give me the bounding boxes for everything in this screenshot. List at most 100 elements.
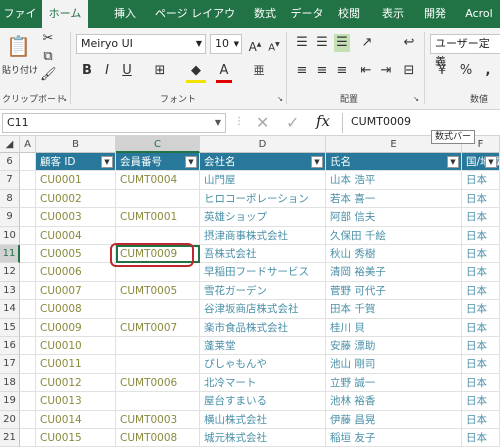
member-number-cell[interactable]: CUMT0001 <box>116 208 200 227</box>
column-filter-header[interactable]: 会社名 ▼ <box>200 153 326 172</box>
contact-name-cell[interactable]: 立野 誠一 <box>326 373 462 393</box>
country-cell[interactable]: 日本 <box>462 429 500 447</box>
company-name-cell[interactable]: 雪花ガーデン <box>200 281 326 301</box>
contact-name-cell[interactable]: 池山 剛司 <box>326 355 462 374</box>
member-number-cell[interactable] <box>116 337 200 356</box>
orientation-icon[interactable]: ↗ <box>358 34 376 52</box>
clipboard-launcher-icon[interactable]: ↘ <box>60 90 68 108</box>
customer-id-cell[interactable]: CU0015 <box>36 429 116 447</box>
enter-icon[interactable]: ✓ <box>286 113 299 132</box>
country-cell[interactable]: 日本 <box>462 355 500 374</box>
decrease-font-button[interactable]: A▼ <box>266 36 282 57</box>
increase-indent-icon[interactable]: ⇥ <box>378 62 394 80</box>
customer-id-cell[interactable]: CU0005 <box>36 245 116 264</box>
filter-dropdown-icon[interactable]: ▼ <box>447 156 459 168</box>
paste-button[interactable]: 貼り付け <box>0 62 40 80</box>
cell-a[interactable] <box>20 410 36 429</box>
tab-1[interactable]: ホーム <box>42 0 88 28</box>
company-name-cell[interactable]: 山門屋 <box>200 171 326 190</box>
percent-button[interactable]: % <box>458 62 474 80</box>
customer-id-cell[interactable]: CU0004 <box>36 226 116 245</box>
country-cell[interactable]: 日本 <box>462 337 500 356</box>
copy-icon[interactable]: ⧉ <box>40 48 56 66</box>
underline-button[interactable]: U <box>120 62 134 80</box>
row-header[interactable]: 11 <box>0 245 20 264</box>
tab-9[interactable]: Acrol <box>458 0 500 28</box>
format-painter-icon[interactable]: 🖌 <box>40 66 57 84</box>
font-size-select[interactable]: 10 ▼ <box>210 34 242 54</box>
country-cell[interactable]: 日本 <box>462 281 500 301</box>
company-name-cell[interactable]: 早稲田フードサービス <box>200 263 326 282</box>
row-header[interactable]: 19 <box>0 392 20 411</box>
country-cell[interactable]: 日本 <box>462 263 500 282</box>
row-header[interactable]: 15 <box>0 318 20 337</box>
tab-6[interactable]: 校閲 <box>332 0 366 28</box>
cell-a[interactable] <box>20 337 36 356</box>
company-name-cell[interactable]: 谷津坂商店株式会社 <box>200 300 326 319</box>
member-number-cell[interactable]: CUMT0006 <box>116 373 200 393</box>
filter-dropdown-icon[interactable]: ▼ <box>101 156 113 168</box>
fill-color-icon[interactable]: ◆ <box>186 62 206 83</box>
contact-name-cell[interactable]: 久保田 千絵 <box>326 226 462 245</box>
filter-dropdown-icon[interactable]: ▼ <box>185 156 197 168</box>
country-cell[interactable]: 日本 <box>462 300 500 319</box>
row-header[interactable]: 12 <box>0 263 20 282</box>
align-left-icon[interactable]: ≡ <box>294 62 310 80</box>
currency-button[interactable]: ¥ <box>432 62 452 80</box>
splitter-icon[interactable]: ⋮ <box>234 116 244 127</box>
tab-0[interactable]: ファイル <box>0 0 40 48</box>
contact-name-cell[interactable]: 清岡 裕美子 <box>326 263 462 282</box>
tab-2[interactable]: 挿入 <box>108 0 142 28</box>
member-number-cell[interactable] <box>116 189 200 209</box>
country-cell[interactable]: 日本 <box>462 373 500 393</box>
country-cell[interactable]: 日本 <box>462 318 500 337</box>
filter-dropdown-icon[interactable]: ▼ <box>485 156 497 168</box>
cell-a[interactable] <box>20 171 36 190</box>
filter-dropdown-icon[interactable]: ▼ <box>311 156 323 168</box>
member-number-cell[interactable]: CUMT0004 <box>116 171 200 190</box>
select-all-corner[interactable]: ◢ <box>0 136 20 153</box>
customer-id-cell[interactable]: CU0007 <box>36 281 116 301</box>
row-header[interactable]: 14 <box>0 300 20 319</box>
cell-a[interactable] <box>20 355 36 374</box>
cell-a[interactable] <box>20 373 36 393</box>
font-launcher-icon[interactable]: ↘ <box>276 90 284 108</box>
row-header[interactable]: 6 <box>0 153 20 172</box>
country-cell[interactable]: 日本 <box>462 245 500 264</box>
column-filter-header[interactable]: 会員番号 ▼ <box>116 153 200 172</box>
customer-id-cell[interactable]: CU0001 <box>36 171 116 190</box>
row-header[interactable]: 10 <box>0 226 20 245</box>
country-cell[interactable]: 日本 <box>462 189 500 209</box>
customer-id-cell[interactable]: CU0011 <box>36 355 116 374</box>
company-name-cell[interactable]: 楽市食品株式会社 <box>200 318 326 337</box>
borders-icon[interactable]: ⊞ <box>150 62 170 80</box>
row-header[interactable]: 7 <box>0 171 20 190</box>
contact-name-cell[interactable]: 山本 浩平 <box>326 171 462 190</box>
contact-name-cell[interactable]: 阿部 信夫 <box>326 208 462 227</box>
row-header[interactable]: 8 <box>0 189 20 209</box>
customer-id-cell[interactable]: CU0012 <box>36 373 116 393</box>
row-header[interactable]: 18 <box>0 373 20 393</box>
contact-name-cell[interactable]: 若本 喜一 <box>326 189 462 209</box>
cell-a[interactable] <box>20 189 36 209</box>
decrease-indent-icon[interactable]: ⇤ <box>358 62 374 80</box>
company-name-cell[interactable]: 吾株式会社 <box>200 245 326 264</box>
row-header[interactable]: 13 <box>0 281 20 301</box>
cell-a[interactable] <box>20 226 36 245</box>
company-name-cell[interactable]: 屋台すまいる <box>200 392 326 411</box>
contact-name-cell[interactable]: 池林 裕香 <box>326 392 462 411</box>
member-number-cell[interactable]: CUMT0007 <box>116 318 200 337</box>
customer-id-cell[interactable]: CU0008 <box>36 300 116 319</box>
column-header-d[interactable]: D <box>200 136 326 153</box>
country-cell[interactable]: 日本 <box>462 171 500 190</box>
customer-id-cell[interactable]: CU0014 <box>36 410 116 429</box>
member-number-cell[interactable] <box>116 300 200 319</box>
number-format-select[interactable]: ユーザー定義 <box>430 34 500 68</box>
tab-7[interactable]: 表示 <box>376 0 410 28</box>
member-number-cell[interactable] <box>116 392 200 411</box>
company-name-cell[interactable]: 蓬莱堂 <box>200 337 326 356</box>
contact-name-cell[interactable]: 桂川 貝 <box>326 318 462 337</box>
wrap-text-icon[interactable]: ↩ <box>400 34 418 52</box>
column-header-c[interactable]: C <box>116 136 200 153</box>
cell-a[interactable] <box>20 281 36 301</box>
